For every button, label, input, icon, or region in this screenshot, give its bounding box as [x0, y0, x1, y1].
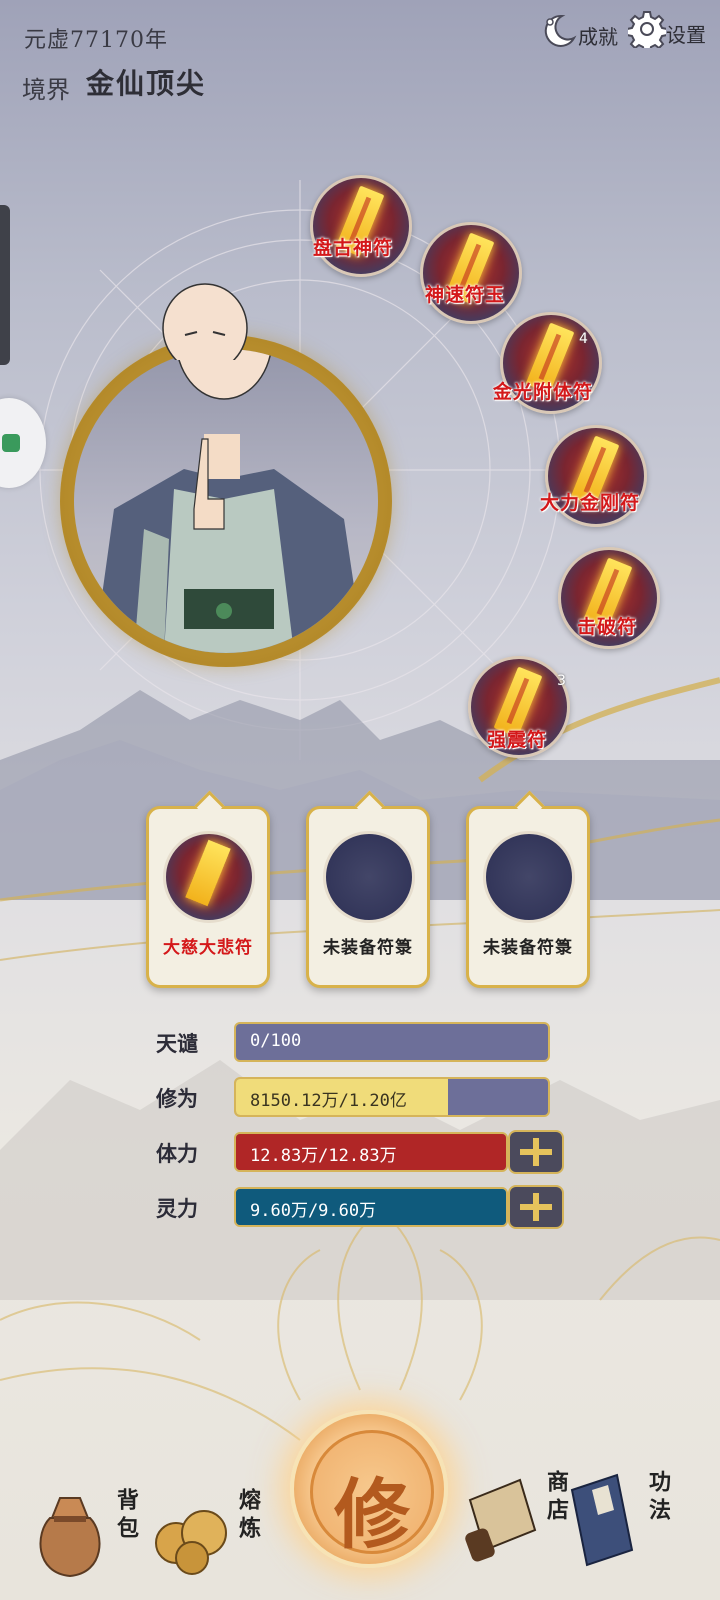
talisman-count: 3 — [557, 673, 566, 689]
talisman-shensu[interactable]: 神速符玉 — [420, 222, 522, 324]
slot-label: 未装备符箓 — [323, 938, 413, 958]
talisman-name: 击破符 — [577, 616, 638, 638]
talisman-name: 大力金刚符 — [540, 492, 641, 514]
talisman-jinguang[interactable]: 4 金光附体符 — [493, 312, 602, 414]
nav-label: 背包 — [113, 1488, 139, 1544]
scroll-map-icon — [465, 1478, 537, 1562]
stat-value: 9.60万/9.60万 — [250, 1201, 377, 1221]
era-text: 元虚77170年 — [24, 28, 168, 53]
cultivate-button[interactable]: 修 — [290, 1410, 448, 1568]
nav-label: 功法 — [645, 1470, 671, 1526]
moon-cloud-icon — [544, 14, 577, 47]
talisman-slot-1[interactable]: 大慈大悲符 — [146, 790, 270, 988]
stat-value: 8150.12万/1.20亿 — [250, 1091, 407, 1111]
add-tili-button[interactable] — [508, 1130, 564, 1174]
talisman-slot-2[interactable]: 未装备符箓 — [306, 790, 430, 988]
character-portrait[interactable] — [74, 349, 378, 653]
stat-value: 0/100 — [250, 1031, 302, 1051]
achievement-label: 成就 — [578, 25, 618, 49]
talisman-name: 神速符玉 — [425, 284, 506, 306]
add-lingli-button[interactable] — [508, 1185, 564, 1229]
stat-label-tili: 体力 — [156, 1141, 198, 1166]
cultivate-inner-ring: 修 — [310, 1430, 434, 1559]
slot-label: 大慈大悲符 — [163, 938, 253, 958]
settings-button[interactable]: 设置 — [628, 10, 706, 48]
side-drawer-handle[interactable] — [0, 205, 10, 365]
assistant-icon — [2, 434, 20, 452]
nav-shop[interactable]: 商店 — [460, 1470, 572, 1570]
realm-value: 金仙顶尖 — [86, 67, 207, 100]
monk-character-illustration — [94, 349, 364, 653]
realm-label: 境界 — [22, 76, 70, 104]
talisman-pangu[interactable]: 盘古神符 — [310, 175, 412, 277]
bag-icon — [39, 1497, 101, 1578]
stat-value: 12.83万/12.83万 — [250, 1146, 397, 1166]
tili-bar: 12.83万/12.83万 — [234, 1132, 508, 1172]
talisman-name: 金光附体符 — [493, 381, 594, 403]
stat-label-lingli: 灵力 — [156, 1196, 198, 1221]
talisman-jipo[interactable]: 击破符 — [558, 547, 660, 649]
character-head — [162, 283, 248, 360]
talisman-name: 盘古神符 — [313, 237, 394, 259]
talisman-name: 强震符 — [487, 729, 548, 751]
nav-label: 熔炼 — [235, 1488, 261, 1544]
xiuwei-bar: 8150.12万/1.20亿 — [234, 1077, 550, 1117]
talisman-dali[interactable]: 大力金刚符 — [540, 425, 647, 527]
slot-label: 未装备符箓 — [483, 938, 573, 958]
lingli-bar: 9.60万/9.60万 — [234, 1187, 508, 1227]
empty-slot-orb — [483, 831, 575, 923]
talisman-qiangzhen[interactable]: 3 强震符 — [468, 656, 570, 758]
gear-icon — [628, 11, 666, 48]
achievement-button[interactable]: 成就 — [540, 12, 618, 50]
talisman-slot-3[interactable]: 未装备符箓 — [466, 790, 590, 988]
stat-label-xiuwei: 修为 — [156, 1086, 198, 1111]
tianqian-bar: 0/100 — [234, 1022, 550, 1062]
equipped-talisman-icon — [163, 831, 255, 923]
book-icon — [570, 1473, 634, 1567]
settings-label: 设置 — [666, 23, 706, 47]
cultivate-label: 修 — [334, 1470, 410, 1559]
stat-label-tianqian: 天谴 — [156, 1031, 198, 1056]
talisman-count: 4 — [579, 331, 588, 347]
nav-refine[interactable]: 熔炼 — [152, 1488, 264, 1578]
refine-icon — [155, 1510, 227, 1575]
nav-bag[interactable]: 背包 — [30, 1488, 142, 1578]
empty-slot-orb — [323, 831, 415, 923]
nav-skills[interactable]: 功法 — [562, 1470, 674, 1570]
